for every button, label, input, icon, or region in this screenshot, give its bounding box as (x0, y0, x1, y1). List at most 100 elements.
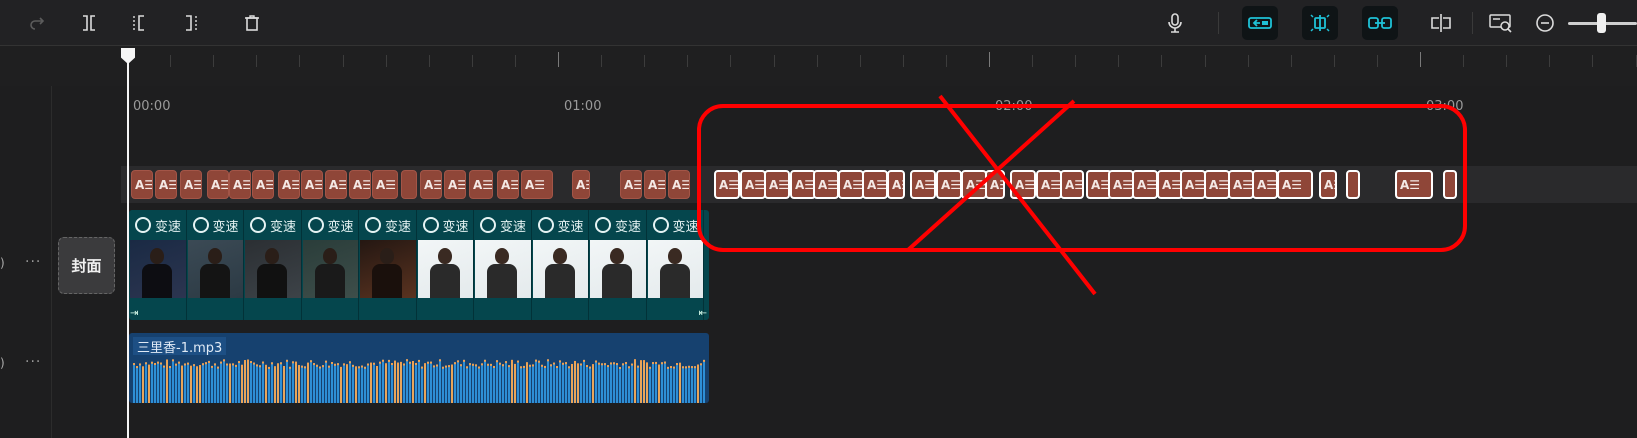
waveform-peak (697, 364, 699, 367)
waveform-bar (523, 365, 525, 403)
waveform-peak (355, 366, 357, 369)
text-clip[interactable]: A☰ (1319, 170, 1337, 199)
text-clip[interactable]: A☰ (1180, 170, 1206, 199)
text-clip[interactable]: A☰ (207, 170, 229, 199)
speed-icon (192, 217, 209, 233)
delete-icon[interactable] (237, 8, 267, 38)
text-clip[interactable]: A☰ (420, 170, 442, 199)
video-track-audio-icon[interactable]: ) (0, 256, 5, 270)
text-clip[interactable]: A☰ (325, 170, 347, 199)
split-preview-icon[interactable] (1426, 8, 1456, 38)
text-clip[interactable]: A☰ (1132, 170, 1158, 199)
zoom-out-icon[interactable] (1530, 8, 1560, 38)
text-clip[interactable]: A☰ (155, 170, 177, 199)
playhead-line[interactable] (127, 52, 129, 438)
snap-link-icon[interactable] (1362, 6, 1398, 40)
text-clip[interactable]: A☰ (1036, 170, 1062, 199)
waveform-bar (502, 364, 504, 403)
text-clip[interactable]: A☰ (961, 170, 987, 199)
text-clip[interactable]: A☰ (372, 170, 398, 199)
video-clip[interactable]: 变速 (589, 210, 647, 320)
text-clip[interactable]: A☰ (644, 170, 666, 199)
text-clip[interactable]: A☰ (1228, 170, 1254, 199)
text-clip[interactable]: A☰ (1395, 170, 1433, 199)
text-clip[interactable]: A☰ (252, 170, 274, 199)
waveform-peak (235, 364, 237, 367)
snap-preview-axis-icon[interactable] (1302, 6, 1338, 40)
text-clip[interactable]: A☰ (521, 170, 553, 199)
text-clip[interactable] (1346, 170, 1360, 199)
text-clip[interactable]: A☰ (985, 170, 1005, 199)
text-clip[interactable]: A☰ (714, 170, 740, 199)
waveform-peak (313, 363, 315, 366)
redo-icon[interactable] (22, 8, 52, 38)
text-clip[interactable]: A☰ (180, 170, 202, 199)
waveform-bar (565, 362, 567, 403)
ruler-tick (1549, 55, 1551, 67)
text-clip[interactable]: A☰ (740, 170, 766, 199)
audio-track-volume-icon[interactable]: ) (0, 356, 5, 370)
text-clip[interactable]: A☰ (1108, 170, 1134, 199)
text-clip[interactable]: A☰ (1204, 170, 1230, 199)
waveform-bar (376, 366, 378, 403)
waveform-peak (184, 363, 186, 366)
text-clip[interactable]: A☰ (497, 170, 519, 199)
main-video-track[interactable]: 变速 变速 变速 变速 变速 变速 变速 变速 变速 变速 ⇥ ⇤ (129, 210, 709, 320)
waveform-peak (676, 363, 678, 366)
waveform-peak (655, 361, 657, 364)
text-clip[interactable]: A☰ (349, 170, 371, 199)
text-clip[interactable] (401, 170, 417, 199)
text-clip[interactable]: A☰ (1010, 170, 1036, 199)
video-clip[interactable]: 变速 (302, 210, 359, 320)
waveform-bar (451, 364, 453, 403)
video-clip[interactable]: 变速 (187, 210, 244, 320)
text-clip[interactable]: A☰ (572, 170, 590, 199)
time-ruler[interactable]: 00:00 01:00 02:00 03:00 (0, 46, 1637, 114)
trim-left-icon[interactable] (124, 8, 154, 38)
video-track-more-button[interactable]: ··· (25, 254, 41, 270)
text-clip[interactable]: A☰ (1060, 170, 1084, 199)
microphone-icon[interactable] (1160, 8, 1190, 38)
text-clip[interactable]: A☰ (301, 170, 323, 199)
text-clip[interactable]: A☰ (131, 170, 153, 199)
text-clip[interactable]: A☰ (862, 170, 888, 199)
video-clip[interactable]: 变速 (417, 210, 474, 320)
ruler-label-0: 00:00 (133, 99, 171, 114)
video-clip[interactable]: 变速 (532, 210, 589, 320)
trim-handle-right-icon[interactable]: ⇤ (699, 308, 707, 319)
video-clip[interactable]: 变速 (474, 210, 532, 320)
audio-track-more-button[interactable]: ··· (25, 354, 41, 370)
waveform-bar (373, 362, 375, 403)
text-clip[interactable]: A☰ (229, 170, 251, 199)
trim-handle-left-icon[interactable]: ⇥ (130, 308, 138, 319)
text-clip[interactable]: A☰ (887, 170, 905, 199)
video-clip[interactable]: 变速 (359, 210, 417, 320)
text-clip[interactable]: A☰ (444, 170, 466, 199)
text-clip[interactable]: A☰ (936, 170, 962, 199)
waveform-bar (208, 360, 210, 403)
text-clip[interactable]: A☰ (838, 170, 864, 199)
zoom-fit-icon[interactable] (1486, 8, 1516, 38)
split-icon[interactable] (74, 8, 104, 38)
text-clip[interactable] (1443, 170, 1457, 199)
text-clip[interactable]: A☰ (469, 170, 493, 199)
text-clip[interactable]: A☰ (764, 170, 790, 199)
audio-clip[interactable]: 三里香-1.mp3 (129, 333, 709, 403)
text-clip[interactable]: A☰ (1252, 170, 1278, 199)
text-clip[interactable]: A☰ (910, 170, 936, 199)
video-clip[interactable]: 变速 (244, 210, 302, 320)
text-clip[interactable]: A☰ (668, 170, 690, 199)
trim-right-icon[interactable] (176, 8, 206, 38)
text-clip[interactable]: A☰ (813, 170, 839, 199)
video-thumbnail (590, 240, 646, 298)
cover-button[interactable]: 封面 (58, 237, 115, 294)
text-clip[interactable]: A☰ (278, 170, 300, 199)
zoom-slider-thumb[interactable] (1597, 13, 1606, 33)
video-clip[interactable]: 变速 (129, 210, 187, 320)
speed-effect-label: 变速 (155, 219, 182, 235)
text-clip[interactable]: A☰ (1277, 170, 1313, 199)
waveform-bar (490, 363, 492, 403)
snap-main-track-icon[interactable] (1242, 6, 1278, 40)
text-clip[interactable]: A☰ (620, 170, 642, 199)
video-clip[interactable]: 变速 (647, 210, 704, 320)
